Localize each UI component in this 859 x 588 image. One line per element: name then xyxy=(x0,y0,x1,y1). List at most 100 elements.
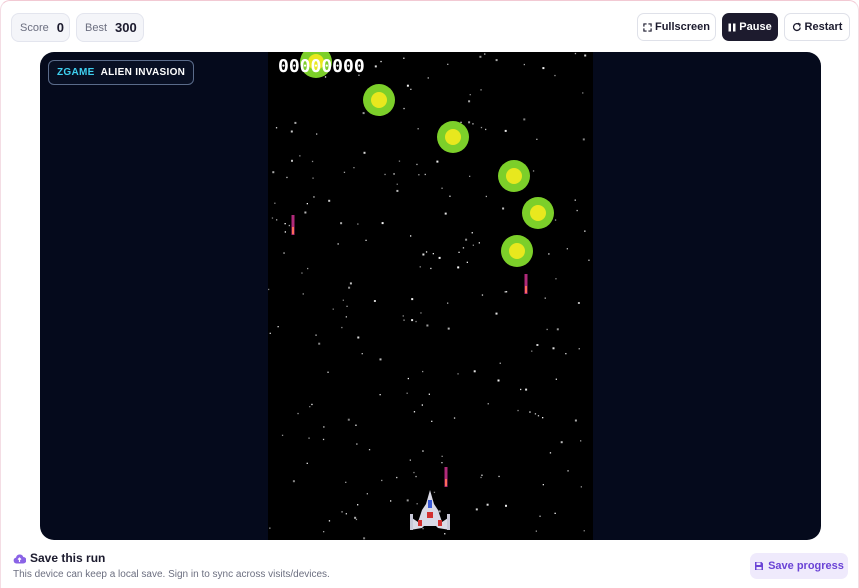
score-stat: Score 0 xyxy=(11,13,70,42)
star xyxy=(419,266,421,268)
star xyxy=(542,417,544,419)
star xyxy=(469,94,471,96)
star xyxy=(409,459,411,461)
star xyxy=(469,175,471,177)
star xyxy=(415,475,417,478)
star xyxy=(365,239,367,241)
star xyxy=(422,528,424,530)
star xyxy=(441,462,443,464)
star xyxy=(546,328,548,331)
star xyxy=(284,223,286,225)
save-progress-button[interactable]: Save progress xyxy=(750,553,848,579)
star xyxy=(406,84,409,87)
star xyxy=(576,209,578,212)
star xyxy=(413,411,416,413)
star xyxy=(292,480,295,483)
star xyxy=(309,406,311,408)
restart-button[interactable]: Restart xyxy=(784,13,850,41)
star xyxy=(315,334,317,336)
alien-invader xyxy=(363,84,395,116)
restart-label: Restart xyxy=(804,21,843,33)
star xyxy=(502,207,505,210)
game-brand: ZGAME xyxy=(57,67,95,78)
star xyxy=(498,475,500,478)
star xyxy=(379,358,382,361)
star xyxy=(554,512,556,514)
star xyxy=(422,253,425,256)
star xyxy=(290,130,293,133)
star xyxy=(567,470,569,472)
player-ship[interactable] xyxy=(410,490,450,530)
star xyxy=(420,312,422,314)
star xyxy=(548,253,550,255)
star xyxy=(466,261,468,263)
star xyxy=(588,259,590,261)
game-canvas[interactable]: 00000000 xyxy=(268,52,593,540)
star xyxy=(368,449,371,451)
pause-icon xyxy=(728,23,736,31)
save-run-title: Save this run xyxy=(30,551,106,565)
star xyxy=(444,533,446,535)
star xyxy=(486,503,489,506)
star xyxy=(384,173,386,176)
star xyxy=(556,328,559,331)
star xyxy=(304,211,307,214)
star xyxy=(436,160,439,163)
star xyxy=(447,63,449,65)
star xyxy=(480,476,482,479)
game-viewport[interactable]: ZGAME ALIEN INVASION 00000000 xyxy=(40,52,821,540)
star xyxy=(552,347,555,350)
pause-button[interactable]: Pause xyxy=(722,13,778,41)
star xyxy=(580,486,582,488)
star xyxy=(458,251,460,253)
star xyxy=(485,195,487,198)
star xyxy=(417,128,419,130)
star xyxy=(449,195,451,197)
star xyxy=(373,300,376,302)
star xyxy=(297,412,299,415)
star xyxy=(532,170,535,172)
star xyxy=(362,112,365,115)
star xyxy=(438,256,441,259)
star xyxy=(345,316,347,318)
star xyxy=(398,160,401,162)
star xyxy=(432,253,434,255)
star xyxy=(357,223,359,225)
save-run-description: This device can keep a local save. Sign … xyxy=(13,569,330,580)
star xyxy=(554,219,557,221)
star xyxy=(457,266,460,269)
star xyxy=(284,231,286,233)
star xyxy=(475,508,478,511)
star xyxy=(480,89,482,91)
star xyxy=(517,409,519,412)
star xyxy=(403,107,405,110)
star xyxy=(341,511,343,513)
star xyxy=(410,88,412,90)
star xyxy=(413,471,415,474)
star xyxy=(537,415,540,417)
fullscreen-button[interactable]: Fullscreen xyxy=(637,13,716,41)
star xyxy=(355,518,358,521)
star xyxy=(577,302,580,304)
star xyxy=(379,394,381,396)
enemy-bullet xyxy=(525,286,527,293)
score-value: 0 xyxy=(56,20,64,35)
star xyxy=(396,189,399,192)
star xyxy=(422,450,424,452)
star xyxy=(306,462,308,464)
star xyxy=(438,510,441,513)
star xyxy=(407,377,409,380)
restart-icon xyxy=(792,22,801,32)
in-game-score: 00000000 xyxy=(278,56,365,77)
floppy-disk-icon xyxy=(755,562,764,570)
star xyxy=(457,373,459,375)
star xyxy=(380,60,382,63)
star xyxy=(272,171,275,174)
star xyxy=(313,196,315,198)
star xyxy=(535,530,537,532)
star xyxy=(294,121,297,124)
star xyxy=(312,177,314,179)
star xyxy=(580,440,582,442)
pause-label: Pause xyxy=(739,21,772,33)
star xyxy=(471,232,473,234)
